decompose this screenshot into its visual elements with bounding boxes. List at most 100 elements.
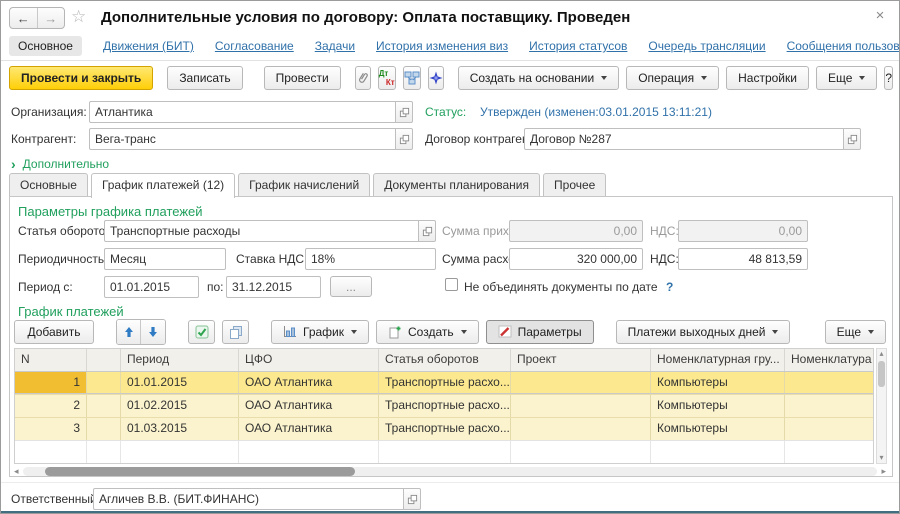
tab-accrual-schedule[interactable]: График начислений	[238, 173, 370, 197]
responsible-field[interactable]: Агличев В.В. (БИТ.ФИНАНС)	[93, 488, 421, 510]
create-documents-button[interactable]: Создать	[376, 320, 479, 344]
move-down-button[interactable]	[141, 320, 165, 344]
horizontal-scroll-track[interactable]	[23, 467, 878, 476]
operation-button[interactable]: Операция	[626, 66, 719, 90]
weekend-payments-button[interactable]: Платежи выходных дней	[616, 320, 791, 344]
table-cell[interactable]	[87, 372, 121, 393]
period-ellipsis-button[interactable]: ...	[330, 276, 372, 297]
table-cell[interactable]: Компьютеры	[651, 372, 785, 393]
table-row[interactable]: 2 01.02.2015 ОАО Атлантика Транспортные …	[15, 394, 873, 417]
table-cell[interactable]: Транспортные расхо...	[379, 372, 511, 393]
post-button[interactable]: Провести	[264, 66, 341, 90]
choose-icon[interactable]	[419, 220, 436, 242]
period-to-value[interactable]: 31.12.2015	[226, 276, 321, 298]
check-rows-button[interactable]	[188, 320, 215, 344]
nav-item-visa-history[interactable]: История изменения виз	[376, 39, 508, 53]
dtkt-postings-button[interactable]: Дт Кт	[378, 66, 396, 90]
tab-main[interactable]: Основные	[9, 173, 88, 197]
vat-rate-field[interactable]: 18%	[305, 248, 436, 270]
counterparty-value[interactable]: Вега-транс	[89, 128, 396, 150]
choose-icon[interactable]	[396, 128, 413, 150]
status-value-link[interactable]: Утвержден (изменен:03.01.2015 13:11:21)	[480, 105, 712, 119]
tab-other[interactable]: Прочее	[543, 173, 606, 197]
nav-item-approval[interactable]: Согласование	[215, 39, 294, 53]
vat-income-field[interactable]: 0,00	[678, 220, 808, 242]
income-sum-value[interactable]: 0,00	[509, 220, 643, 242]
organization-field[interactable]: Атлантика	[89, 101, 413, 123]
table-cell[interactable]: Транспортные расхо...	[379, 395, 511, 417]
scroll-down-icon[interactable]: ▾	[879, 453, 883, 463]
turnover-value[interactable]: Транспортные расходы	[104, 220, 419, 242]
table-cell[interactable]	[785, 395, 873, 417]
table-cell[interactable]	[785, 372, 873, 393]
copy-row-button[interactable]	[222, 320, 249, 344]
turnover-field[interactable]: Транспортные расходы	[104, 220, 436, 242]
table-cell[interactable]: Компьютеры	[651, 395, 785, 417]
nav-item-status-history[interactable]: История статусов	[529, 39, 627, 53]
table-cell[interactable]: ОАО Атлантика	[239, 395, 379, 417]
add-row-button[interactable]: Добавить	[14, 320, 94, 344]
table-cell[interactable]	[511, 418, 651, 440]
choose-icon[interactable]	[844, 128, 861, 150]
column-header-marker[interactable]	[87, 349, 121, 371]
counterparty-field[interactable]: Вега-транс	[89, 128, 413, 150]
vat-expense-field[interactable]: 48 813,59	[678, 248, 808, 270]
table-cell[interactable]	[785, 418, 873, 440]
period-from-field[interactable]: 01.01.2015	[104, 276, 199, 298]
vertical-scroll-thumb[interactable]	[878, 361, 885, 387]
attachments-button[interactable]	[355, 66, 371, 90]
table-cell[interactable]: 1	[15, 372, 87, 393]
parameters-toggle-button[interactable]: Параметры	[486, 320, 594, 344]
contract-value[interactable]: Договор №287	[524, 128, 844, 150]
back-icon[interactable]: ←	[10, 8, 38, 28]
expense-sum-field[interactable]: 320 000,00	[509, 248, 643, 270]
scroll-left-icon[interactable]: ◂	[14, 466, 19, 477]
column-header-nomenclature[interactable]: Номенклатура	[785, 349, 873, 371]
forward-icon[interactable]: →	[38, 8, 65, 28]
column-header-nomenclature-group[interactable]: Номенклатурная гру...	[651, 349, 785, 371]
table-cell[interactable]	[511, 372, 651, 393]
horizontal-scrollbar[interactable]: ◂ ▸	[14, 466, 886, 477]
table-cell[interactable]	[87, 395, 121, 417]
column-header-period[interactable]: Период	[121, 349, 239, 371]
table-cell[interactable]: 2	[15, 395, 87, 417]
table-cell[interactable]: 3	[15, 418, 87, 440]
nav-item-broadcast-queue[interactable]: Очередь трансляции	[648, 39, 765, 53]
create-based-on-button[interactable]: Создать на основании	[458, 66, 620, 90]
vat-income-value[interactable]: 0,00	[678, 220, 808, 242]
tab-planning-documents[interactable]: Документы планирования	[373, 173, 540, 197]
no-merge-checkbox-label[interactable]: Не объединять документы по дате	[464, 280, 658, 294]
table-cell[interactable]: Транспортные расхо...	[379, 418, 511, 440]
table-cell[interactable]	[511, 395, 651, 417]
nav-item-user-messages[interactable]: Сообщения пользователей	[787, 39, 900, 53]
hints-button[interactable]	[428, 66, 444, 90]
table-cell[interactable]: ОАО Атлантика	[239, 418, 379, 440]
table-cell[interactable]	[87, 418, 121, 440]
table-cell[interactable]: 01.02.2015	[121, 395, 239, 417]
contract-field[interactable]: Договор №287	[524, 128, 861, 150]
income-sum-field[interactable]: 0,00	[509, 220, 643, 242]
no-merge-checkbox[interactable]	[445, 278, 458, 291]
choose-icon[interactable]	[404, 488, 421, 510]
schedule-more-button[interactable]: Еще	[825, 320, 886, 344]
expense-sum-value[interactable]: 320 000,00	[509, 248, 643, 270]
scroll-right-icon[interactable]: ▸	[881, 466, 886, 477]
settings-button[interactable]: Настройки	[726, 66, 809, 90]
post-and-close-button[interactable]: Провести и закрыть	[9, 66, 153, 90]
vat-rate-value[interactable]: 18%	[305, 248, 436, 270]
nav-item-tasks[interactable]: Задачи	[315, 39, 355, 53]
vertical-scrollbar[interactable]: ▴ ▾	[876, 348, 887, 464]
additional-expander[interactable]: › Дополнительно	[11, 156, 109, 172]
scroll-up-icon[interactable]: ▴	[879, 349, 883, 359]
document-structure-button[interactable]	[403, 66, 421, 90]
table-cell[interactable]: 01.03.2015	[121, 418, 239, 440]
chart-button[interactable]: График	[271, 320, 369, 344]
organization-value[interactable]: Атлантика	[89, 101, 396, 123]
nav-item-movements[interactable]: Движения (БИТ)	[103, 39, 194, 53]
move-up-button[interactable]	[117, 320, 141, 344]
column-header-cfo[interactable]: ЦФО	[239, 349, 379, 371]
choose-icon[interactable]	[396, 101, 413, 123]
period-to-field[interactable]: 31.12.2015	[226, 276, 321, 298]
write-button[interactable]: Записать	[167, 66, 242, 90]
nav-item-main[interactable]: Основное	[9, 36, 82, 56]
